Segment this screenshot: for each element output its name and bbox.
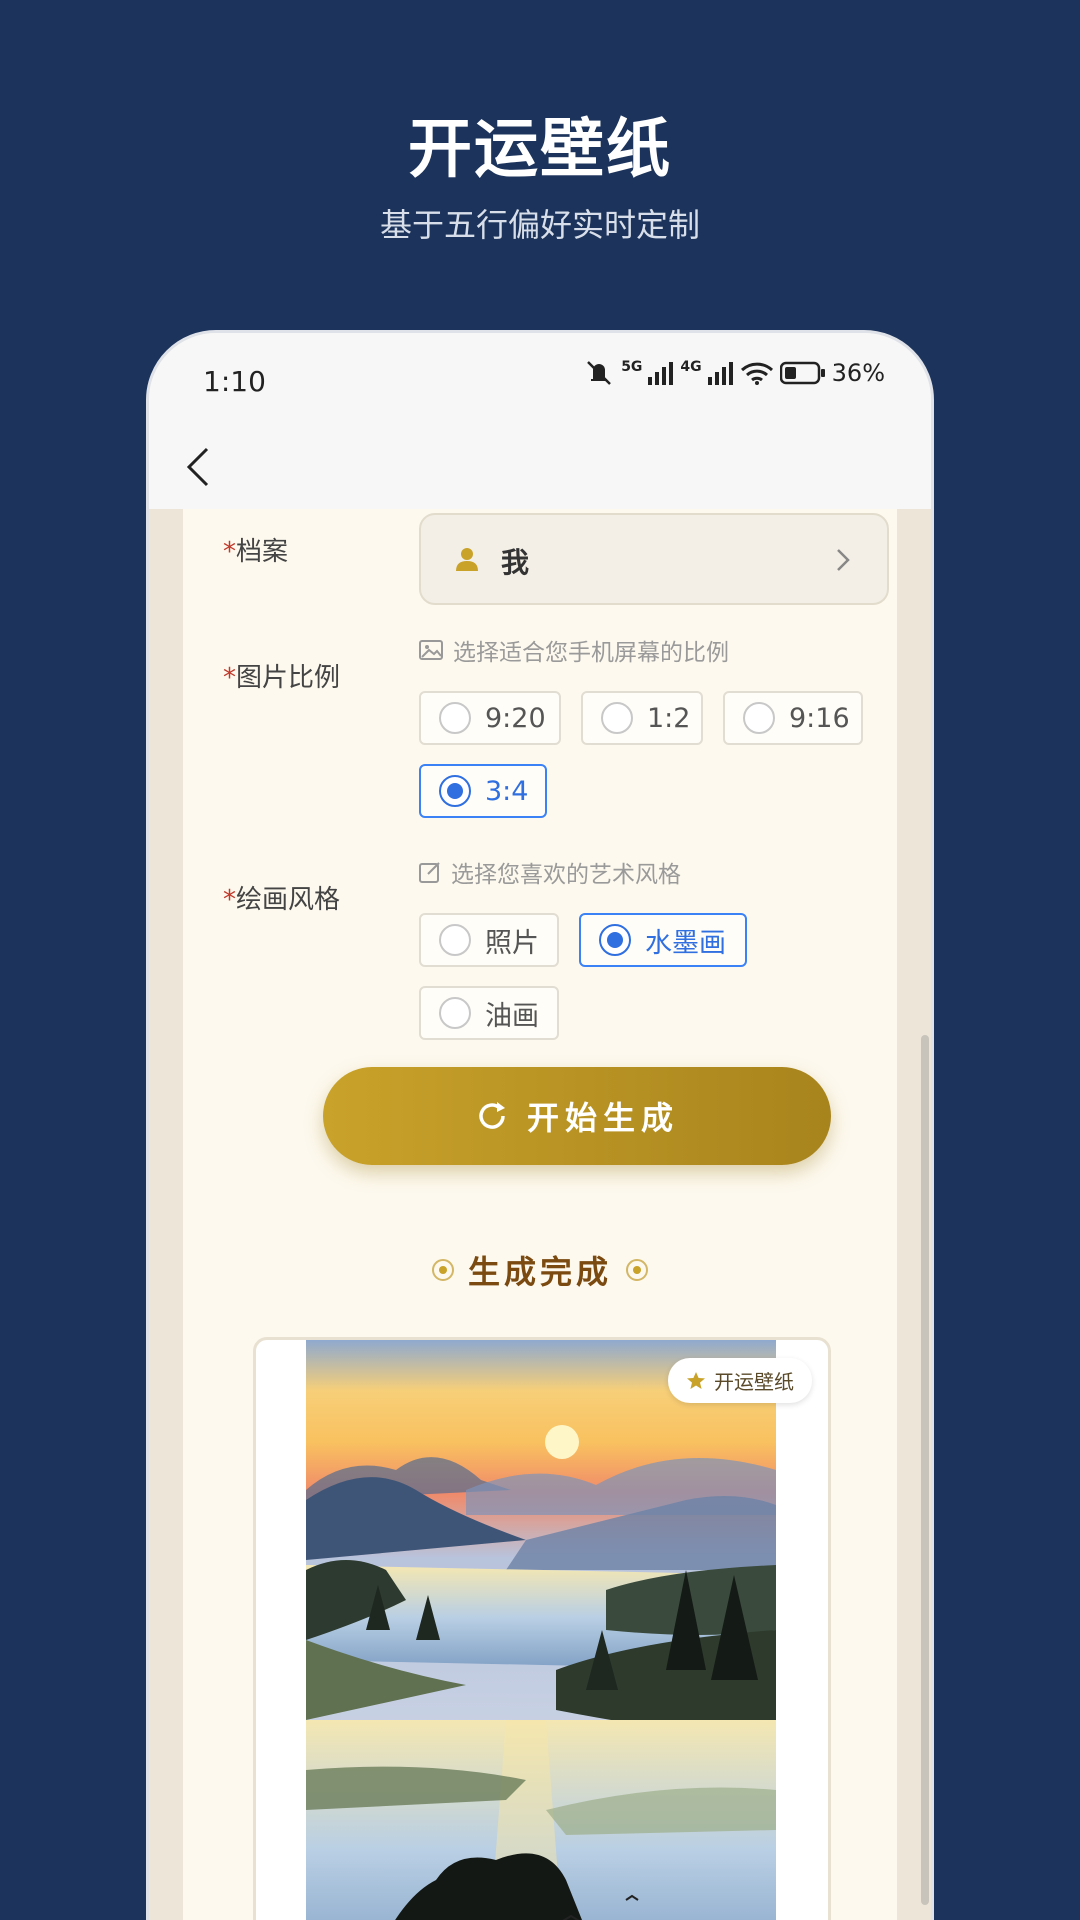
mute-vibrate-icon [587, 361, 612, 385]
radio-icon [439, 997, 471, 1029]
edit-icon [419, 862, 440, 883]
result-title: 生成完成 [183, 1247, 897, 1293]
style-hint-text: 选择您喜欢的艺术风格 [451, 862, 681, 888]
form-panel: *档案 我 *图片比例 选择适合您手机屏幕的比例 9:20 1:2 9:16 3… [183, 509, 897, 1920]
back-icon[interactable] [179, 443, 219, 491]
profile-selector[interactable]: 我 [419, 513, 889, 605]
radio-icon [743, 702, 775, 734]
promo-title: 开运壁纸 [408, 113, 672, 187]
profile-value: 我 [501, 546, 530, 579]
option-label: 9:20 [485, 702, 546, 734]
user-icon [456, 548, 478, 571]
ratio-hint: 选择适合您手机屏幕的比例 [419, 633, 729, 667]
wifi-icon [740, 362, 773, 385]
ratio-option-9-16[interactable]: 9:16 [723, 691, 863, 745]
battery-icon [779, 361, 825, 385]
option-label: 照片 [485, 927, 539, 959]
status-bar: 1:10 5G 4G 36% [149, 333, 931, 423]
nav-bar [149, 423, 931, 509]
radio-selected-icon [439, 775, 471, 807]
result-image-frame[interactable]: 开运壁纸 [253, 1337, 831, 1920]
style-label-text: 绘画风格 [236, 885, 341, 915]
ratio-label: *图片比例 [223, 657, 340, 694]
option-label: 1:2 [647, 702, 691, 734]
profile-label-text: 档案 [236, 537, 289, 567]
option-label: 9:16 [789, 702, 850, 734]
image-icon [419, 640, 443, 660]
ratio-hint-text: 选择适合您手机屏幕的比例 [453, 640, 729, 666]
option-label: 3:4 [485, 775, 529, 807]
style-hint: 选择您喜欢的艺术风格 [419, 855, 681, 889]
signal-icon [648, 362, 674, 385]
badge-text: 开运壁纸 [714, 1370, 794, 1394]
ratio-option-1-2[interactable]: 1:2 [581, 691, 703, 745]
option-label: 水墨画 [645, 927, 726, 959]
option-label: 油画 [485, 1000, 539, 1032]
style-label: *绘画风格 [223, 879, 340, 916]
refresh-icon [479, 1102, 505, 1129]
ratio-label-text: 图片比例 [236, 663, 341, 693]
chevron-right-icon [837, 549, 850, 571]
ink-landscape-image [306, 1340, 776, 1920]
ratio-option-3-4[interactable]: 3:4 [419, 764, 547, 818]
signal-icon-2 [707, 362, 733, 385]
required-mark: * [223, 537, 236, 567]
required-mark: * [223, 663, 236, 693]
generate-button[interactable]: 开始生成 [323, 1067, 831, 1165]
decor-dot-icon [431, 1259, 454, 1281]
ratio-option-9-20[interactable]: 9:20 [419, 691, 561, 745]
scrollbar[interactable] [921, 1035, 929, 1905]
promo-subtitle: 基于五行偏好实时定制 [379, 206, 700, 244]
style-option-photo[interactable]: 照片 [419, 913, 559, 967]
result-title-text: 生成完成 [467, 1253, 612, 1291]
radio-icon [439, 702, 471, 734]
network-4g-label: 4G [680, 359, 702, 375]
star-icon [687, 1371, 705, 1389]
profile-label: *档案 [223, 531, 288, 568]
status-time: 1:10 [203, 365, 266, 398]
content-area: *档案 我 *图片比例 选择适合您手机屏幕的比例 9:20 1:2 9:16 3… [149, 509, 931, 1920]
wallpaper-badge: 开运壁纸 [668, 1358, 812, 1403]
status-icons: 5G 4G 36% [583, 359, 885, 387]
network-5g-label: 5G [621, 359, 643, 375]
style-option-oil[interactable]: 油画 [419, 986, 559, 1040]
generate-label: 开始生成 [526, 1099, 679, 1137]
decor-dot-icon [626, 1259, 648, 1281]
radio-icon [601, 702, 633, 734]
phone-frame: 1:10 5G 4G 36% *档案 我 *图片比例 选择适合您手机屏幕的比例 … [146, 330, 934, 1920]
required-mark: * [223, 885, 236, 915]
radio-selected-icon [599, 924, 631, 956]
radio-icon [439, 924, 471, 956]
style-option-ink[interactable]: 水墨画 [579, 913, 747, 967]
battery-percent: 36% [831, 359, 885, 387]
